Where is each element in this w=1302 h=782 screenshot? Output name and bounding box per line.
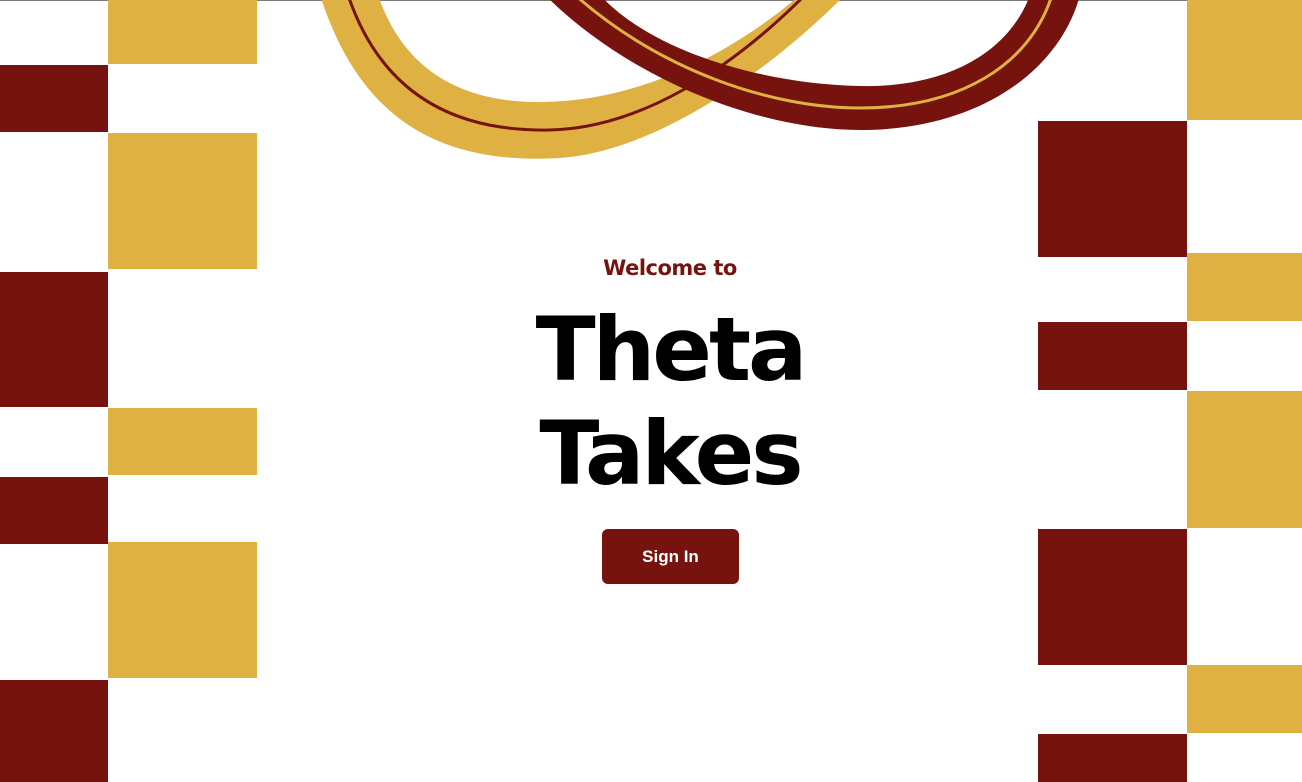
title-line-2: Takes: [539, 402, 803, 505]
maroon-ribbon: [550, 0, 1079, 130]
decor-square: [1187, 391, 1302, 528]
decor-square: [1038, 322, 1187, 390]
decor-square: [1187, 253, 1302, 321]
title-line-1: Theta: [535, 298, 808, 401]
decor-square: [1038, 734, 1187, 782]
decor-square: [1187, 0, 1302, 120]
decor-square: [108, 542, 257, 678]
decor-square: [0, 272, 108, 407]
decor-square: [0, 477, 108, 544]
sign-in-button[interactable]: Sign In: [602, 529, 739, 584]
decor-square: [1038, 121, 1187, 257]
decor-square: [0, 65, 108, 132]
decor-square: [108, 408, 257, 475]
maroon-ribbon-stripe: [578, 0, 1052, 110]
decor-square: [1038, 529, 1187, 665]
gold-ribbon: [321, 0, 840, 159]
decor-square: [108, 133, 257, 269]
decor-square: [0, 680, 108, 782]
welcome-text: Welcome to: [603, 256, 737, 280]
decor-square: [1187, 665, 1302, 733]
decor-square: [108, 0, 257, 64]
gold-ribbon-stripe: [348, 0, 803, 132]
landing-page: Welcome to Theta Takes Sign In: [0, 0, 1302, 782]
